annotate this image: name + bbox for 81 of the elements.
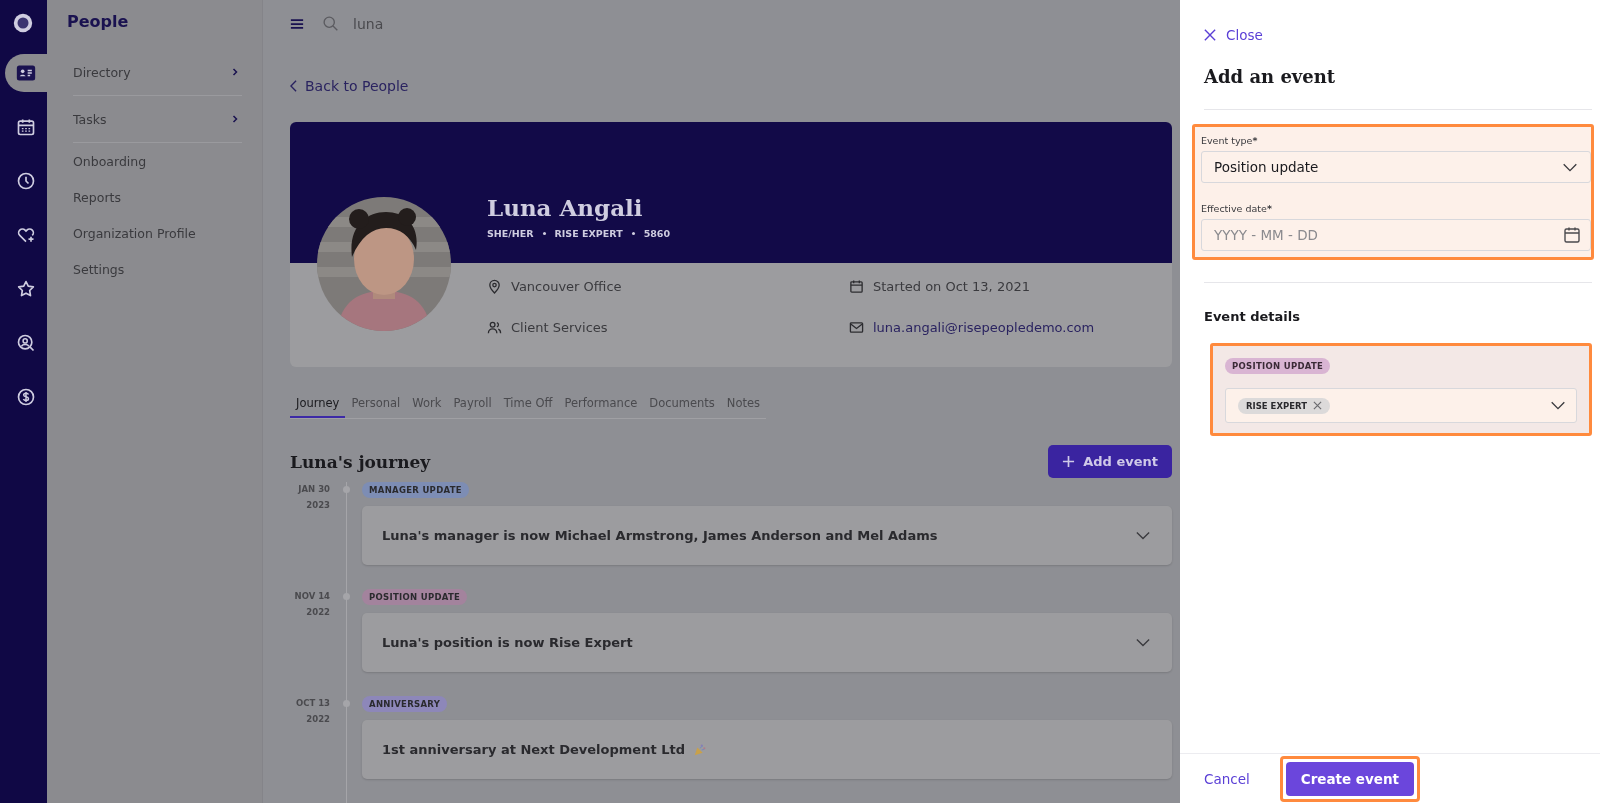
- event-type-dropdown[interactable]: Position update: [1201, 151, 1591, 183]
- event-card[interactable]: Luna's manager is now Michael Armstrong, James Anderson and Mel Adams: [362, 506, 1172, 565]
- chevron-down-icon[interactable]: [1136, 531, 1150, 540]
- employee-id: 5860: [643, 227, 671, 239]
- chevron-right-icon: [232, 114, 238, 124]
- add-event-button[interactable]: Add event: [1048, 445, 1172, 478]
- tab[interactable]: Performance: [558, 392, 644, 418]
- heart-plus-icon: [16, 225, 36, 245]
- profile-name: Luna Angali: [487, 193, 644, 221]
- nav-item[interactable]: Tasks: [73, 96, 242, 143]
- close-button[interactable]: Close: [1204, 27, 1263, 43]
- calendar-icon[interactable]: [1563, 226, 1581, 244]
- position-chip: RISE EXPERT: [1238, 397, 1330, 414]
- close-icon: [1204, 29, 1216, 41]
- nav-item[interactable]: Onboarding: [73, 143, 242, 179]
- section-heading: Event details: [1204, 309, 1301, 324]
- event-tag: ANNIVERSARY: [362, 696, 448, 712]
- chevron-right-icon: [232, 67, 238, 77]
- nav-item[interactable]: Directory: [73, 49, 242, 96]
- mail-icon: [849, 319, 864, 335]
- chevron-down-icon: [1562, 162, 1578, 172]
- event-text: Luna's manager is now Michael Armstrong, James Anderson and Mel Adams: [382, 528, 938, 543]
- tab[interactable]: Payroll: [447, 392, 498, 418]
- tab[interactable]: Personal: [345, 392, 407, 418]
- start-date: Started on Oct 13, 2021: [873, 278, 1030, 294]
- event-card[interactable]: Luna's position is now Rise Expert: [362, 613, 1172, 672]
- tab[interactable]: Journey: [290, 392, 346, 418]
- chevron-down-icon[interactable]: [1136, 638, 1150, 647]
- menu-icon[interactable]: [290, 17, 304, 30]
- back-link[interactable]: Back to People: [290, 77, 409, 94]
- contact-card-icon: [16, 63, 36, 83]
- event-tag: POSITION UPDATE: [362, 589, 468, 605]
- email-link[interactable]: luna.angali@risepeopledemo.com: [873, 319, 1095, 335]
- event-text: Luna's position is now Rise Expert: [382, 635, 633, 650]
- event-date: JAN 30: [298, 484, 330, 494]
- department: Client Services: [511, 319, 608, 335]
- logo-icon[interactable]: [12, 12, 34, 34]
- nav-item[interactable]: Reports: [73, 179, 242, 215]
- star-icon: [16, 279, 36, 299]
- rail-item[interactable]: [5, 54, 47, 92]
- create-event-button[interactable]: Create event: [1285, 761, 1415, 796]
- job-title: RISE EXPERT: [554, 227, 623, 239]
- search-field[interactable]: luna: [351, 14, 555, 33]
- chevron-left-icon: [290, 79, 297, 92]
- section-title: People: [67, 12, 130, 31]
- field-label: Effective date*: [1201, 203, 1273, 214]
- plus-icon: [1062, 455, 1076, 468]
- pronouns: SHE/HER: [487, 227, 534, 239]
- event-year: 2022: [306, 714, 330, 724]
- search-icon: [322, 15, 339, 33]
- office-location: Vancouver Office: [511, 278, 622, 294]
- party-popper-icon: [693, 742, 707, 757]
- nav-item[interactable]: Organization Profile: [73, 215, 242, 251]
- event-date: OCT 13: [295, 698, 330, 708]
- tab[interactable]: Time Off: [497, 392, 559, 418]
- event-year: 2022: [306, 607, 330, 617]
- people-icon: [487, 319, 502, 335]
- tab[interactable]: Work: [406, 392, 448, 418]
- event-text: 1st anniversary at Next Development Ltd: [382, 742, 685, 757]
- tab[interactable]: Notes: [720, 392, 767, 418]
- tab[interactable]: Documents: [643, 392, 721, 418]
- position-dropdown[interactable]: RISE EXPERT: [1225, 388, 1577, 423]
- section-heading: Luna's journey: [290, 451, 431, 472]
- calendar-icon: [849, 278, 864, 294]
- event-year: 2023: [306, 500, 330, 510]
- person-search-icon: [16, 333, 36, 353]
- date-field[interactable]: YYYY - MM - DD: [1201, 219, 1591, 251]
- event-tag: MANAGER UPDATE: [362, 482, 469, 498]
- dollar-icon: [16, 387, 36, 407]
- field-label: Event type*: [1201, 135, 1259, 146]
- calendar-icon: [16, 117, 36, 137]
- cancel-button[interactable]: Cancel: [1196, 764, 1258, 793]
- event-date: NOV 14: [294, 591, 330, 601]
- event-card[interactable]: 1st anniversary at Next Development Ltd: [362, 720, 1172, 779]
- location-pin-icon: [487, 278, 502, 294]
- event-tag: POSITION UPDATE: [1225, 358, 1331, 374]
- remove-icon[interactable]: [1312, 401, 1322, 410]
- clock-icon: [16, 171, 36, 191]
- nav-item[interactable]: Settings: [73, 251, 242, 287]
- drawer-title: Add an event: [1204, 66, 1337, 87]
- chevron-down-icon: [1550, 401, 1566, 410]
